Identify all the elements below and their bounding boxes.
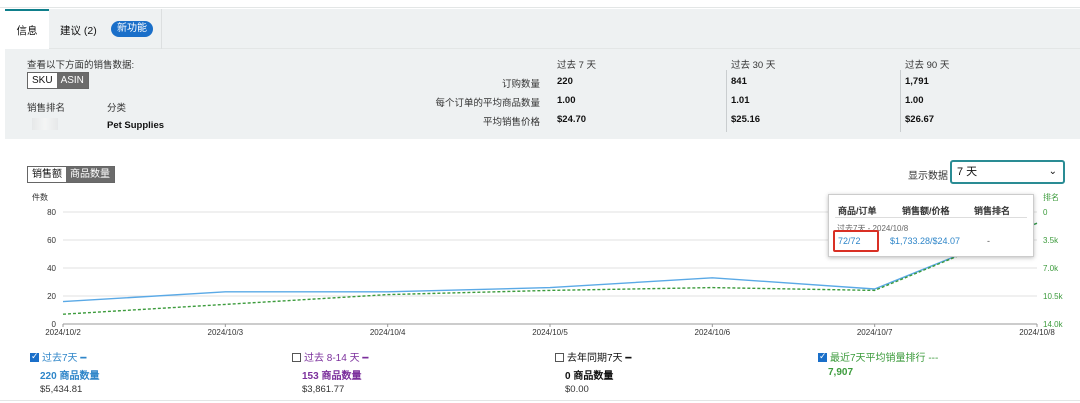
y-tick-label: 40 — [47, 264, 56, 273]
checkbox-icon[interactable] — [555, 353, 564, 362]
y-axis-label-right: 排名 — [1043, 192, 1059, 202]
row-label-avg-items: 每个订单的平均商品数量 — [435, 98, 540, 109]
view-by-label: 查看以下方面的销售数据: — [27, 60, 135, 71]
y-tick-label: 60 — [47, 236, 56, 245]
legend-count: 7,907 — [828, 367, 854, 378]
legend-count: 0 商品数量 — [565, 371, 614, 382]
period-30d-orders: 841 — [731, 76, 747, 87]
bottom-divider — [0, 400, 1080, 401]
y2-tick-label: 3.5k — [1043, 236, 1059, 245]
tab-suggestions[interactable]: 建议 (2) — [60, 23, 97, 38]
period-90d-orders: 1,791 — [905, 76, 929, 87]
x-tick-label: 2024/10/4 — [370, 328, 406, 337]
period-7d-avg-items: 1.00 — [557, 95, 576, 106]
tooltip-sales-value: $1,733.28/$24.07 — [890, 236, 961, 246]
period-30d-avg-items: 1.01 — [731, 95, 750, 106]
x-tick-label: 2024/10/3 — [208, 328, 244, 337]
legend-item-8-14[interactable]: 过去 8-14 天 ━ 153 商品数量 $3,861.77 — [292, 349, 368, 395]
tooltip-divider — [835, 217, 1027, 218]
x-tick-label: 2024/10/2 — [45, 328, 81, 337]
legend-label: 过去7天 ━ — [42, 353, 87, 364]
period-select[interactable]: 7 天 ⌄ — [950, 160, 1065, 184]
legend-item-rank[interactable]: 最近7天平均销量排行 --- 7,907 — [818, 349, 938, 378]
legend-count: 220 商品数量 — [40, 371, 100, 382]
y-tick-label: 80 — [47, 208, 56, 217]
tab-bar: 信息 建议 (2) 新功能 — [5, 9, 1080, 49]
tooltip-header-units: 商品/订单 — [838, 206, 877, 216]
sku-option[interactable]: SKU — [28, 73, 57, 88]
x-tick-label: 2024/10/7 — [857, 328, 893, 337]
sales-option[interactable]: 销售额 — [28, 167, 66, 182]
period-7d-avg-price: $24.70 — [557, 114, 587, 125]
period-7d-orders: 220 — [557, 76, 573, 87]
legend-amount: $5,434.81 — [40, 384, 83, 395]
units-option[interactable]: 商品数量 — [66, 167, 114, 182]
y-axis-label-left: 件数 — [32, 192, 48, 202]
column-divider — [900, 70, 901, 132]
period-title-90d: 过去 90 天 — [905, 60, 950, 71]
sku-asin-toggle: SKU ASIN — [27, 72, 89, 89]
legend-item-last-7[interactable]: 过去7天 ━ 220 商品数量 $5,434.81 — [30, 349, 99, 395]
period-select-value: 7 天 — [957, 166, 978, 178]
row-label-avg-price: 平均销售价格 — [482, 117, 540, 128]
sales-rank-value — [32, 118, 58, 130]
tab-info[interactable]: 信息 — [5, 9, 49, 49]
chart-metric-toggle: 销售额 商品数量 — [27, 166, 115, 183]
chevron-down-icon: ⌄ — [1048, 166, 1057, 177]
period-title-30d: 过去 30 天 — [731, 60, 776, 71]
legend-count: 153 商品数量 — [302, 371, 362, 382]
checkbox-icon[interactable] — [30, 351, 39, 362]
display-data-label: 显示数据 — [908, 171, 948, 182]
period-90d-avg-items: 1.00 — [905, 95, 924, 106]
tooltip-header-rank: 销售排名 — [974, 206, 1011, 216]
legend-label: 去年同期7天 ━ — [567, 353, 632, 364]
period-30d-avg-price: $25.16 — [731, 114, 761, 125]
asin-option[interactable]: ASIN — [56, 73, 88, 88]
checkbox-icon[interactable] — [818, 351, 827, 362]
period-title-7d: 过去 7 天 — [557, 60, 597, 71]
period-90d-avg-price: $26.67 — [905, 114, 935, 125]
y2-tick-label: 10.5k — [1043, 292, 1064, 301]
row-label-orders: 订购数量 — [501, 79, 540, 90]
y-tick-label: 20 — [47, 292, 56, 301]
x-tick-label: 2024/10/6 — [695, 328, 731, 337]
x-tick-label: 2024/10/5 — [532, 328, 568, 337]
legend-amount: $0.00 — [565, 384, 589, 395]
tooltip-rank-value: - — [987, 236, 990, 246]
legend-amount: $3,861.77 — [302, 384, 345, 395]
checkbox-icon[interactable] — [292, 353, 301, 362]
column-divider — [726, 70, 727, 132]
y2-tick-label: 0 — [1043, 208, 1048, 217]
legend-item-last-year[interactable]: 去年同期7天 ━ 0 商品数量 $0.00 — [555, 349, 631, 395]
sales-rank-label: 销售排名 — [27, 103, 66, 114]
legend-label: 最近7天平均销量排行 --- — [830, 353, 939, 364]
category-label: 分类 — [107, 103, 127, 114]
x-tick-label: 2024/10/8 — [1019, 328, 1055, 337]
tab-divider — [161, 9, 162, 49]
top-strip — [0, 0, 1080, 8]
highlight-box — [833, 230, 879, 252]
tooltip-header-sales: 销售额/价格 — [902, 206, 950, 216]
y2-tick-label: 7.0k — [1043, 264, 1059, 273]
legend-label: 过去 8-14 天 ━ — [304, 353, 369, 364]
new-feature-badge[interactable]: 新功能 — [111, 21, 153, 37]
category-value: Pet Supplies — [107, 120, 165, 131]
